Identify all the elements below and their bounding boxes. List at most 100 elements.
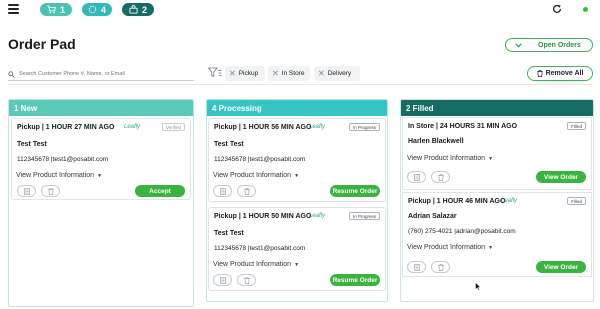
order-card[interactable]: Pickup | 1 HOUR 27 MIN AGO Leafly Verifi… <box>11 118 191 200</box>
search-bar <box>8 68 194 81</box>
view-product-info-toggle[interactable]: View Product Information ▼ <box>213 172 299 179</box>
view-order-button[interactable]: View Order <box>536 261 586 273</box>
view-product-info-toggle[interactable]: View Product Information ▼ <box>407 244 493 251</box>
order-source: Leafly <box>124 124 141 130</box>
order-source: Leafly <box>501 198 518 204</box>
new-orders-count: 1 <box>59 4 65 15</box>
view-product-info-label: View Product Information <box>213 172 292 179</box>
customer-name: Test Test <box>17 141 47 148</box>
status-badge: In Progress <box>348 123 380 131</box>
status-badge: In Progress <box>348 212 380 220</box>
search-icon <box>8 70 15 78</box>
order-title: Pickup | 1 HOUR 50 MIN AGO <box>214 213 312 220</box>
refresh-icon[interactable] <box>552 4 562 14</box>
delete-button[interactable] <box>431 261 450 273</box>
receipt-button[interactable] <box>407 171 426 183</box>
order-title: In Store | 24 HOURS 31 MIN AGO <box>408 123 518 130</box>
filter-chip-delivery[interactable]: ✕ Delivery <box>314 66 360 81</box>
bag-icon <box>129 5 138 14</box>
receipt-icon <box>23 187 30 195</box>
mouse-cursor-icon <box>475 282 481 291</box>
open-orders-button[interactable]: Open Orders <box>505 38 593 52</box>
view-product-info-label: View Product Information <box>213 261 292 268</box>
filled-orders-pill[interactable]: 2 <box>122 3 154 16</box>
resume-order-button[interactable]: Resume Order <box>330 274 380 286</box>
order-title: Pickup | 1 HOUR 46 MIN AGO <box>408 198 506 205</box>
menu-icon[interactable] <box>8 4 19 14</box>
view-product-info-toggle[interactable]: View Product Information ▼ <box>213 261 299 268</box>
filter-chip-in-store[interactable]: ✕ In Store <box>268 66 310 81</box>
chevron-down-icon <box>512 39 524 51</box>
caret-down-icon: ▼ <box>488 244 494 251</box>
receipt-icon <box>219 187 226 195</box>
view-product-info-label: View Product Information <box>407 244 486 251</box>
remove-all-label: Remove All <box>545 70 584 77</box>
column-header-filled: 2 Filled <box>401 100 593 116</box>
column-processing: 4 Processing Pickup | 1 HOUR 56 MIN AGO … <box>206 99 388 302</box>
new-orders-pill[interactable]: 1 <box>40 3 72 16</box>
filter-chip-pickup[interactable]: ✕ Pickup <box>225 66 265 81</box>
receipt-button[interactable] <box>213 185 232 197</box>
delete-button[interactable] <box>41 185 60 197</box>
order-title: Pickup | 1 HOUR 27 MIN AGO <box>17 124 115 131</box>
trash-icon <box>437 173 444 181</box>
order-card[interactable]: Pickup | 1 HOUR 50 MIN AGO Leafly In Pro… <box>208 207 386 291</box>
receipt-icon <box>413 263 420 271</box>
filled-orders-count: 2 <box>141 4 147 15</box>
customer-name: Harlen Blackwell <box>408 138 464 145</box>
search-input[interactable] <box>19 71 189 77</box>
filter-chip-label: Pickup <box>238 70 259 77</box>
view-product-info-toggle[interactable]: View Product Information ▼ <box>16 172 102 179</box>
order-source: Leafly <box>309 213 326 219</box>
trash-icon <box>437 263 444 271</box>
view-product-info-label: View Product Information <box>16 172 95 179</box>
order-card[interactable]: In Store | 24 HOURS 31 MIN AGO Filled Ha… <box>402 117 592 190</box>
receipt-button[interactable] <box>17 185 36 197</box>
view-product-info-toggle[interactable]: View Product Information ▼ <box>407 155 493 162</box>
receipt-button[interactable] <box>213 274 232 286</box>
caret-down-icon: ▼ <box>97 172 103 179</box>
order-source: Leafly <box>309 124 326 130</box>
customer-contact: 112345678 |test1@posabit.com <box>17 156 109 163</box>
customer-name: Test Test <box>214 230 244 237</box>
receipt-icon <box>219 276 226 284</box>
caret-down-icon: ▼ <box>294 261 300 268</box>
filter-icon[interactable] <box>208 67 222 78</box>
status-badge: Verified <box>161 123 185 131</box>
receipt-button[interactable] <box>407 261 426 273</box>
accept-button[interactable]: Accept <box>135 185 185 197</box>
remove-filter-icon[interactable]: ✕ <box>272 69 279 78</box>
spinner-icon <box>88 5 97 14</box>
customer-contact: (760) 275-4021 |adrian@posabit.com <box>408 228 516 235</box>
resume-order-button[interactable]: Resume Order <box>330 185 380 197</box>
processing-orders-count: 4 <box>100 4 106 15</box>
customer-contact: 112345678 |test1@posabit.com <box>214 156 306 163</box>
delete-button[interactable] <box>237 185 256 197</box>
remove-all-button[interactable]: Remove All <box>527 66 593 81</box>
order-card[interactable]: Pickup | 1 HOUR 56 MIN AGO Leafly In Pro… <box>208 118 386 202</box>
top-bar: 1 4 2 <box>0 0 600 20</box>
trash-icon <box>47 187 54 195</box>
trash-icon <box>536 70 543 77</box>
order-title: Pickup | 1 HOUR 56 MIN AGO <box>214 124 312 131</box>
delete-button[interactable] <box>237 274 256 286</box>
column-filled: 2 Filled In Store | 24 HOURS 31 MIN AGO … <box>400 99 594 302</box>
remove-filter-icon[interactable]: ✕ <box>229 69 236 78</box>
trash-icon <box>243 276 250 284</box>
view-order-button[interactable]: View Order <box>536 171 586 183</box>
status-badge: Filled <box>567 122 586 130</box>
remove-filter-icon[interactable]: ✕ <box>318 69 325 78</box>
divider <box>8 84 593 85</box>
delete-button[interactable] <box>431 171 450 183</box>
filter-chip-label: Delivery <box>327 70 352 77</box>
column-new: 1 New Pickup | 1 HOUR 27 MIN AGO Leafly … <box>8 99 194 307</box>
receipt-icon <box>413 173 420 181</box>
processing-orders-pill[interactable]: 4 <box>82 3 112 16</box>
cart-icon <box>47 5 56 14</box>
trash-icon <box>243 187 250 195</box>
page-title: Order Pad <box>8 36 76 52</box>
order-card[interactable]: Pickup | 1 HOUR 46 MIN AGO Leafly Filled… <box>402 192 592 277</box>
customer-contact: 112345678 |test1@posabit.com <box>214 245 306 252</box>
customer-name: Test Test <box>214 141 244 148</box>
filter-chip-label: In Store <box>281 70 305 77</box>
